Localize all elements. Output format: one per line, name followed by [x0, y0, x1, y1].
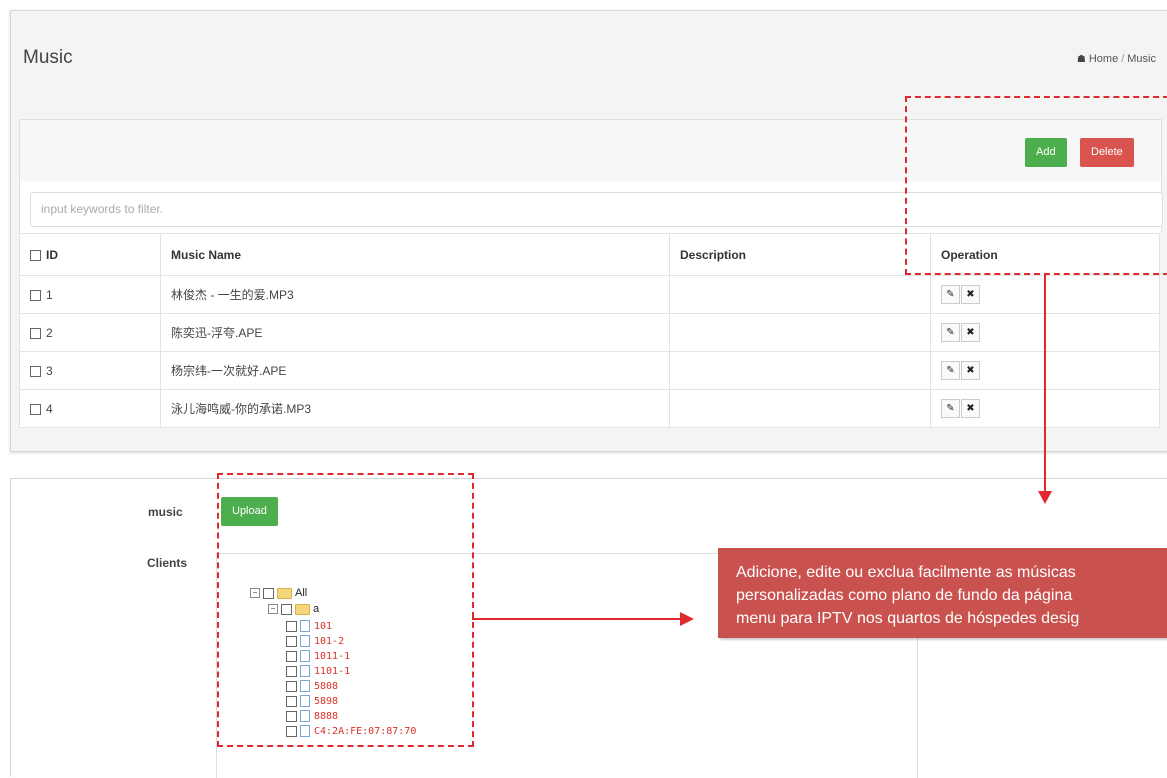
- select-all-checkbox[interactable]: [30, 249, 41, 261]
- col-description: Description: [669, 233, 931, 276]
- description-cell: [669, 313, 931, 352]
- row-checkbox[interactable]: [30, 289, 41, 301]
- connector-line-down: [1044, 273, 1046, 491]
- row-checkbox[interactable]: [30, 365, 41, 377]
- table-row: 4 泳儿海鸣威-你的承诺.MP3 ✎ ✖: [19, 389, 1160, 428]
- clients-label: Clients: [147, 556, 188, 570]
- description-cell: [669, 351, 931, 390]
- music-name-cell: 林俊杰 - 一生的爱.MP3: [160, 275, 670, 314]
- col-id: ID: [19, 233, 161, 276]
- description-cell: [669, 389, 931, 428]
- pencil-icon[interactable]: ✎: [941, 285, 960, 304]
- table-row: 1 林俊杰 - 一生的爱.MP3 ✎ ✖: [19, 275, 1160, 314]
- times-icon[interactable]: ✖: [961, 323, 980, 342]
- breadcrumb-home[interactable]: Home: [1089, 53, 1118, 65]
- home-icon: ☗: [1076, 54, 1086, 65]
- music-name-cell: 泳儿海鸣威-你的承诺.MP3: [160, 389, 670, 428]
- highlight-box-buttons: [905, 96, 1167, 275]
- music-name-cell: 陈奕迅-浮夸.APE: [160, 313, 670, 352]
- row-id-cell: 4: [19, 389, 161, 428]
- table-row: 2 陈奕迅-浮夸.APE ✎ ✖: [19, 313, 1160, 352]
- callout-line: Adicione, edite ou exclua facilmente as …: [736, 564, 1076, 581]
- callout-line: personalizadas como plano de fundo da pá…: [736, 587, 1073, 604]
- arrow-down-icon: [1038, 491, 1052, 504]
- times-icon[interactable]: ✖: [961, 399, 980, 418]
- callout-line: menu para IPTV nos quartos de hóspedes d…: [736, 610, 1080, 627]
- row-checkbox[interactable]: [30, 403, 41, 415]
- description-cell: [669, 275, 931, 314]
- arrow-right-icon: [680, 612, 694, 626]
- times-icon[interactable]: ✖: [961, 285, 980, 304]
- pencil-icon[interactable]: ✎: [941, 399, 960, 418]
- table-row: 3 杨宗纬-一次就好.APE ✎ ✖: [19, 351, 1160, 390]
- pencil-icon[interactable]: ✎: [941, 361, 960, 380]
- times-icon[interactable]: ✖: [961, 361, 980, 380]
- col-music-name: Music Name: [160, 233, 670, 276]
- pencil-icon[interactable]: ✎: [941, 323, 960, 342]
- row-id-cell: 3: [19, 351, 161, 390]
- music-name-cell: 杨宗纬-一次就好.APE: [160, 351, 670, 390]
- music-label: music: [148, 505, 183, 519]
- highlight-box-upload: [217, 473, 474, 747]
- page-title: Music: [23, 47, 73, 68]
- row-checkbox[interactable]: [30, 327, 41, 339]
- breadcrumb-current: Music: [1127, 53, 1156, 65]
- breadcrumb-separator: /: [1121, 53, 1125, 65]
- row-id-cell: 1: [19, 275, 161, 314]
- breadcrumb: ☗ Home / Music: [1077, 53, 1156, 65]
- row-id-cell: 2: [19, 313, 161, 352]
- connector-line-right: [472, 618, 680, 620]
- feature-callout: Adicione, edite ou exclua facilmente as …: [718, 548, 1167, 638]
